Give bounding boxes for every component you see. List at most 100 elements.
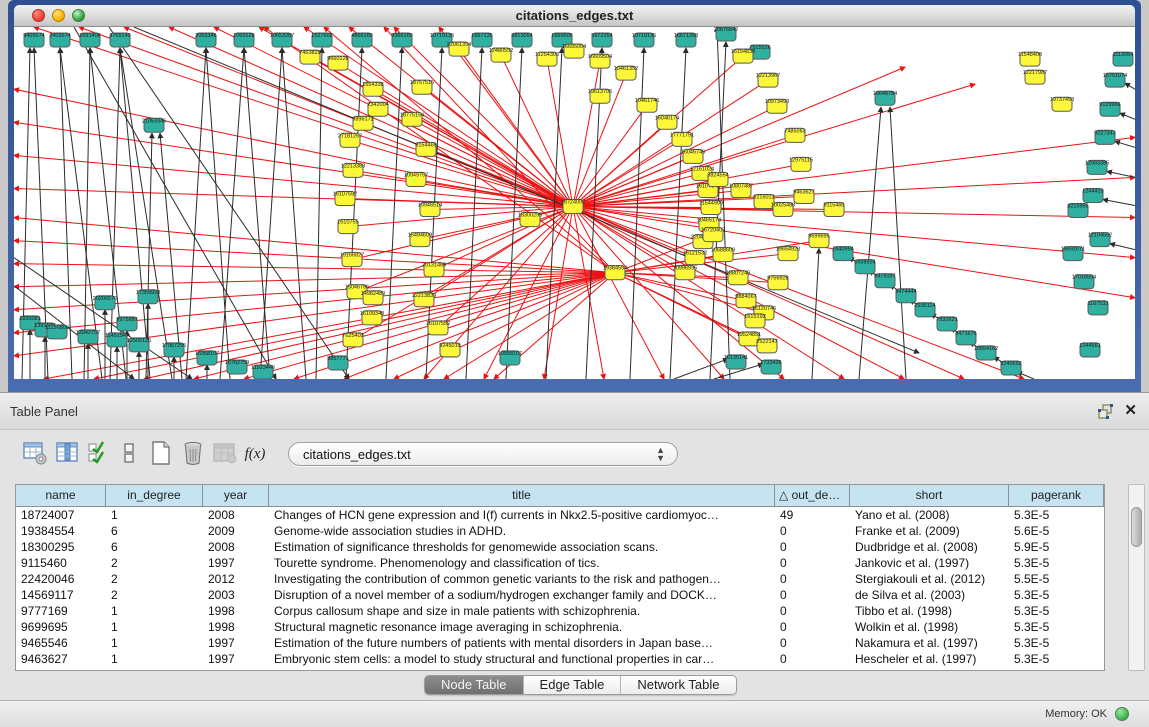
table-row[interactable]: 977716911998Corpus callosum shape and si… xyxy=(16,603,1104,619)
network-node[interactable]: 11544909 xyxy=(699,200,723,214)
network-node[interactable]: 18757515 xyxy=(410,80,434,94)
network-node[interactable]: 19737493 xyxy=(1050,97,1074,111)
red-edge[interactable] xyxy=(573,207,1024,379)
table-vertical-scrollbar[interactable] xyxy=(1128,484,1145,671)
select-rows-button[interactable] xyxy=(84,439,114,469)
network-node[interactable]: 10807487 xyxy=(729,183,753,197)
network-node[interactable]: 16154838 xyxy=(731,49,755,63)
network-node[interactable]: 2405574 xyxy=(49,33,70,47)
network-node[interactable]: 8471676 xyxy=(955,331,976,345)
red-edge[interactable] xyxy=(357,207,573,292)
table-row[interactable]: 1830029562008Estimation of significance … xyxy=(16,539,1104,555)
black-edge[interactable] xyxy=(670,48,686,379)
network-node[interactable]: 1733426 xyxy=(760,360,781,374)
black-edge[interactable] xyxy=(812,249,819,379)
network-node[interactable]: 16107552 xyxy=(333,191,357,205)
tab-edge-table[interactable]: Edge Table xyxy=(524,676,622,694)
column-header[interactable]: title xyxy=(269,485,775,507)
network-node[interactable]: 10654162 xyxy=(974,346,998,360)
red-edge[interactable] xyxy=(544,207,573,379)
network-node[interactable]: 4866160 xyxy=(351,33,372,47)
black-edge[interactable] xyxy=(260,48,282,379)
float-panel-icon[interactable] xyxy=(1098,404,1113,419)
black-edge[interactable] xyxy=(1107,171,1135,177)
table-row[interactable]: 1938455462009Genome-wide association stu… xyxy=(16,523,1104,539)
network-node[interactable]: 1244561 xyxy=(1079,343,1100,357)
network-node[interactable]: 16609504 xyxy=(588,54,612,68)
import-table-button[interactable] xyxy=(210,439,240,469)
network-node[interactable]: 12505125 xyxy=(127,338,151,352)
network-node[interactable]: 7832621 xyxy=(936,317,957,331)
network-node[interactable]: 12975115 xyxy=(789,157,813,171)
black-edge[interactable] xyxy=(316,48,322,379)
network-node[interactable]: 1654338 xyxy=(362,82,383,96)
table-row[interactable]: 911546021997Tourette syndrome. Phenomeno… xyxy=(16,555,1104,571)
network-node[interactable]: 9227343 xyxy=(1094,130,1115,144)
black-edge[interactable] xyxy=(1120,113,1135,119)
network-node[interactable]: 9756928 xyxy=(767,276,788,290)
table-row[interactable]: 1872400712008Changes of HCN gene express… xyxy=(16,507,1104,523)
table-row[interactable]: 946362711997Embryonic stem cells: a mode… xyxy=(16,651,1104,667)
network-node[interactable]: 19384554 xyxy=(603,266,627,280)
network-node[interactable]: 16671358 xyxy=(674,33,698,47)
network-node[interactable]: 10946514 xyxy=(418,202,442,216)
network-node[interactable]: 16782759 xyxy=(225,360,249,374)
network-node[interactable]: 2691406 xyxy=(79,33,100,47)
column-header[interactable]: short xyxy=(850,485,1009,507)
network-node[interactable]: 9857771 xyxy=(327,356,348,370)
black-edge[interactable] xyxy=(859,107,881,379)
network-node[interactable]: 16109348 xyxy=(360,311,384,325)
row-height-button[interactable] xyxy=(114,439,144,469)
network-node[interactable]: 17957255 xyxy=(162,343,186,357)
black-edge[interactable] xyxy=(890,107,906,379)
network-node[interactable]: 16135141 xyxy=(724,355,748,369)
red-edge[interactable] xyxy=(573,61,600,206)
network-node[interactable]: 1113054 xyxy=(1113,52,1134,66)
new-column-button[interactable] xyxy=(146,439,176,469)
network-node[interactable]: 9129966 xyxy=(1099,102,1120,116)
network-node[interactable]: 10025488 xyxy=(771,202,795,216)
scrollbar-thumb[interactable] xyxy=(1131,507,1142,547)
network-node[interactable]: 17771751 xyxy=(670,132,694,146)
network-node[interactable]: 10949757 xyxy=(404,172,428,186)
network-node[interactable]: 10996935 xyxy=(673,266,697,280)
network-node[interactable]: 16695064 xyxy=(562,44,586,58)
network-node[interactable]: 2522147 xyxy=(756,339,777,353)
red-edge[interactable] xyxy=(14,155,573,206)
network-node[interactable]: 19654923 xyxy=(776,247,800,261)
red-edge[interactable] xyxy=(344,273,615,379)
table-row[interactable]: 946554611997Estimation of the future num… xyxy=(16,635,1104,651)
network-node[interactable]: 22061354 xyxy=(447,42,471,56)
function-builder-button[interactable]: f(x) xyxy=(240,439,270,469)
show-columns-button[interactable] xyxy=(52,439,82,469)
network-node[interactable]: 12480552 xyxy=(489,48,513,62)
network-node[interactable]: 10958107 xyxy=(498,351,522,365)
network-canvas[interactable]: 9405574240557426914063769140205534610655… xyxy=(14,27,1135,379)
table-mode-button[interactable] xyxy=(20,439,50,469)
network-node[interactable]: 10653287 xyxy=(270,33,294,47)
network-node[interactable]: 12104562 xyxy=(1088,233,1112,247)
network-node[interactable]: 20876842 xyxy=(714,27,738,41)
network-node[interactable]: 9366160 xyxy=(391,33,412,47)
black-edge[interactable] xyxy=(674,359,728,379)
black-edge[interactable] xyxy=(346,48,362,379)
close-panel-icon[interactable]: ✕ xyxy=(1124,401,1137,419)
black-edge[interactable] xyxy=(1125,83,1135,89)
network-node[interactable]: 8215955 xyxy=(1067,204,1088,218)
network-node[interactable]: 27181267 xyxy=(338,133,362,147)
network-node[interactable]: 19613705 xyxy=(588,89,612,103)
network-node[interactable]: 15692071 xyxy=(1061,247,1085,261)
red-edge[interactable] xyxy=(14,89,573,206)
table-row[interactable]: 1456911722003Disruption of a novel membe… xyxy=(16,587,1104,603)
network-node[interactable]: 1244419 xyxy=(1082,188,1103,202)
table-row[interactable]: 2242004622012Investigating the contribut… xyxy=(16,571,1104,587)
network-node[interactable]: 1167533 xyxy=(1088,301,1109,315)
network-node[interactable]: 6938924 xyxy=(854,260,875,274)
network-node[interactable]: 9154469 xyxy=(415,142,436,156)
network-node[interactable]: 16958107 xyxy=(195,351,219,365)
red-edge[interactable] xyxy=(14,273,615,356)
network-node[interactable]: 9896172 xyxy=(352,116,373,130)
network-node[interactable]: 16121532 xyxy=(683,251,707,265)
network-node[interactable]: 3824554 xyxy=(707,172,728,186)
column-header[interactable]: year xyxy=(203,485,269,507)
